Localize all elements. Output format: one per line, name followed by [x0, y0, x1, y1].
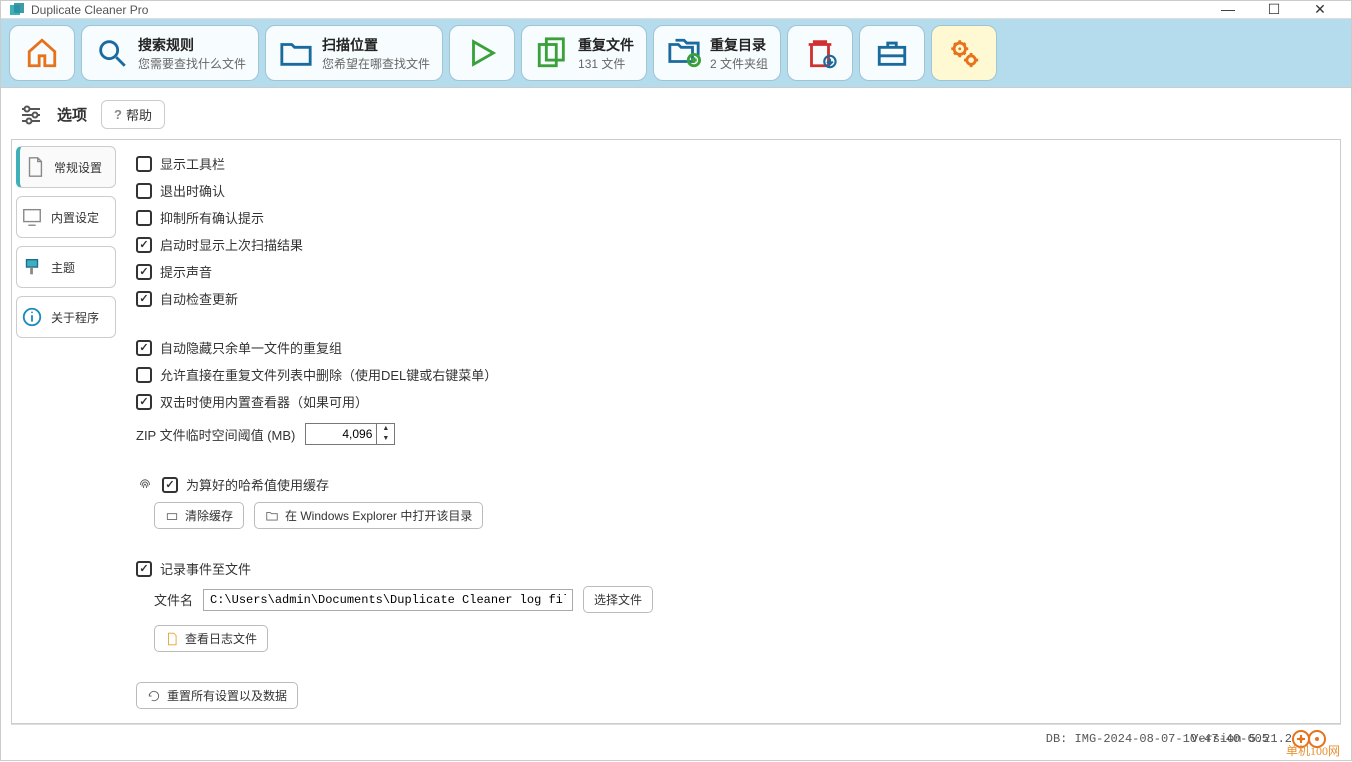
- label-auto-update: 自动检查更新: [160, 289, 238, 308]
- dup-folders-sub: 2 文件夹组: [710, 55, 768, 72]
- status-watermark: 单机100网: [1286, 742, 1340, 759]
- home-button[interactable]: [9, 25, 75, 81]
- cb-log-events[interactable]: [136, 561, 152, 577]
- log-file-icon: [165, 632, 179, 646]
- document-icon: [24, 155, 48, 179]
- folder-open-icon: [265, 509, 279, 523]
- zip-threshold-input[interactable]: ▲▼: [305, 423, 395, 445]
- dup-files-title: 重复文件: [578, 35, 634, 55]
- label-allow-direct-delete: 允许直接在重复文件列表中删除（使用DEL键或右键菜单）: [160, 365, 497, 384]
- cb-hash-cache[interactable]: [162, 477, 178, 493]
- label-suppress-confirm: 抑制所有确认提示: [160, 208, 264, 227]
- label-log-events: 记录事件至文件: [160, 559, 251, 578]
- home-icon: [24, 35, 60, 71]
- app-icon: [9, 2, 25, 18]
- delete-button[interactable]: [787, 25, 853, 81]
- play-icon: [464, 35, 500, 71]
- label-exit-confirm: 退出时确认: [160, 181, 225, 200]
- spin-down[interactable]: ▼: [377, 434, 394, 444]
- cb-alert-sound[interactable]: [136, 264, 152, 280]
- fingerprint-icon: [136, 476, 154, 494]
- toolbox-button[interactable]: [859, 25, 925, 81]
- label-alert-sound: 提示声音: [160, 262, 212, 281]
- cb-exit-confirm[interactable]: [136, 183, 152, 199]
- folder-icon: [278, 35, 314, 71]
- choose-file-button[interactable]: 选择文件: [583, 586, 653, 613]
- scan-location-title: 扫描位置: [322, 35, 430, 55]
- scan-location-sub: 您希望在哪查找文件: [322, 55, 430, 72]
- label-hash-cache: 为算好的哈希值使用缓存: [186, 475, 329, 494]
- view-log-label: 查看日志文件: [185, 630, 257, 647]
- trash-icon: [802, 35, 838, 71]
- sidebar-item-theme[interactable]: 主题: [16, 246, 116, 288]
- help-icon: ?: [114, 107, 122, 122]
- spin-up[interactable]: ▲: [377, 424, 394, 434]
- label-show-toolbar: 显示工具栏: [160, 154, 225, 173]
- gear-icon: [946, 35, 982, 71]
- cb-auto-update[interactable]: [136, 291, 152, 307]
- sidebar-item-builtin[interactable]: 内置设定: [16, 196, 116, 238]
- help-button[interactable]: ? 帮助: [101, 100, 165, 129]
- sidebar-item-general[interactable]: 常规设置: [16, 146, 116, 188]
- label-dblclick-viewer: 双击时使用内置查看器（如果可用）: [160, 392, 368, 411]
- options-sidebar: 常规设置 内置设定 主题 关于程序: [12, 140, 120, 723]
- cb-auto-hide-single[interactable]: [136, 340, 152, 356]
- dup-files-sub: 131 文件: [578, 55, 634, 72]
- cb-show-last-scan[interactable]: [136, 237, 152, 253]
- search-rules-sub: 您需要查找什么文件: [138, 55, 246, 72]
- sliders-icon: [19, 103, 43, 127]
- sidebar-general-label: 常规设置: [54, 159, 102, 176]
- info-icon: [21, 305, 45, 329]
- statusbar: DB: IMG-2024-08-07-10-47-40-605 Version …: [11, 724, 1341, 752]
- reset-all-button[interactable]: 重置所有设置以及数据: [136, 682, 298, 709]
- sidebar-about-label: 关于程序: [51, 309, 99, 326]
- maximize-button[interactable]: ☐: [1251, 1, 1297, 18]
- clear-cache-label: 清除缓存: [185, 507, 233, 524]
- page-title: 选项: [57, 104, 87, 125]
- open-explorer-button[interactable]: 在 Windows Explorer 中打开该目录: [254, 502, 483, 529]
- zip-threshold-field[interactable]: [306, 427, 376, 441]
- titlebar: Duplicate Cleaner Pro — ☐ ✕: [1, 1, 1351, 19]
- dup-folders-button[interactable]: 重复目录 2 文件夹组: [653, 25, 781, 81]
- status-version: Version 5.21.2: [1191, 732, 1292, 746]
- reset-all-label: 重置所有设置以及数据: [167, 687, 287, 704]
- dup-folders-icon: [666, 35, 702, 71]
- search-rules-title: 搜索规则: [138, 35, 246, 55]
- sidebar-builtin-label: 内置设定: [51, 209, 99, 226]
- clear-icon: [165, 509, 179, 523]
- log-filename-input[interactable]: [203, 589, 573, 611]
- dup-files-button[interactable]: 重复文件 131 文件: [521, 25, 647, 81]
- search-icon: [94, 35, 130, 71]
- dup-files-icon: [534, 35, 570, 71]
- open-explorer-label: 在 Windows Explorer 中打开该目录: [285, 507, 472, 524]
- help-label: 帮助: [126, 105, 152, 124]
- choose-file-label: 选择文件: [594, 591, 642, 608]
- paint-icon: [21, 255, 45, 279]
- label-auto-hide-single: 自动隐藏只余单一文件的重复组: [160, 338, 342, 357]
- view-log-button[interactable]: 查看日志文件: [154, 625, 268, 652]
- general-settings-panel: 显示工具栏 退出时确认 抑制所有确认提示 启动时显示上次扫描结果 提示声音 自动…: [120, 140, 1340, 723]
- briefcase-icon: [874, 35, 910, 71]
- cb-dblclick-viewer[interactable]: [136, 394, 152, 410]
- filename-label: 文件名: [154, 590, 193, 609]
- sidebar-theme-label: 主题: [51, 259, 75, 276]
- monitor-icon: [21, 205, 45, 229]
- settings-button[interactable]: [931, 25, 997, 81]
- minimize-button[interactable]: —: [1205, 1, 1251, 18]
- dup-folders-title: 重复目录: [710, 35, 768, 55]
- window-title: Duplicate Cleaner Pro: [31, 3, 1205, 17]
- zip-threshold-label: ZIP 文件临时空间阈值 (MB): [136, 425, 295, 444]
- label-show-last-scan: 启动时显示上次扫描结果: [160, 235, 303, 254]
- cb-show-toolbar[interactable]: [136, 156, 152, 172]
- clear-cache-button[interactable]: 清除缓存: [154, 502, 244, 529]
- play-button[interactable]: [449, 25, 515, 81]
- main-toolbar: 搜索规则 您需要查找什么文件 扫描位置 您希望在哪查找文件 重复文件: [1, 19, 1351, 88]
- scan-location-button[interactable]: 扫描位置 您希望在哪查找文件: [265, 25, 443, 81]
- sidebar-item-about[interactable]: 关于程序: [16, 296, 116, 338]
- cb-allow-direct-delete[interactable]: [136, 367, 152, 383]
- close-button[interactable]: ✕: [1297, 1, 1343, 18]
- reset-icon: [147, 689, 161, 703]
- search-rules-button[interactable]: 搜索规则 您需要查找什么文件: [81, 25, 259, 81]
- cb-suppress-confirm[interactable]: [136, 210, 152, 226]
